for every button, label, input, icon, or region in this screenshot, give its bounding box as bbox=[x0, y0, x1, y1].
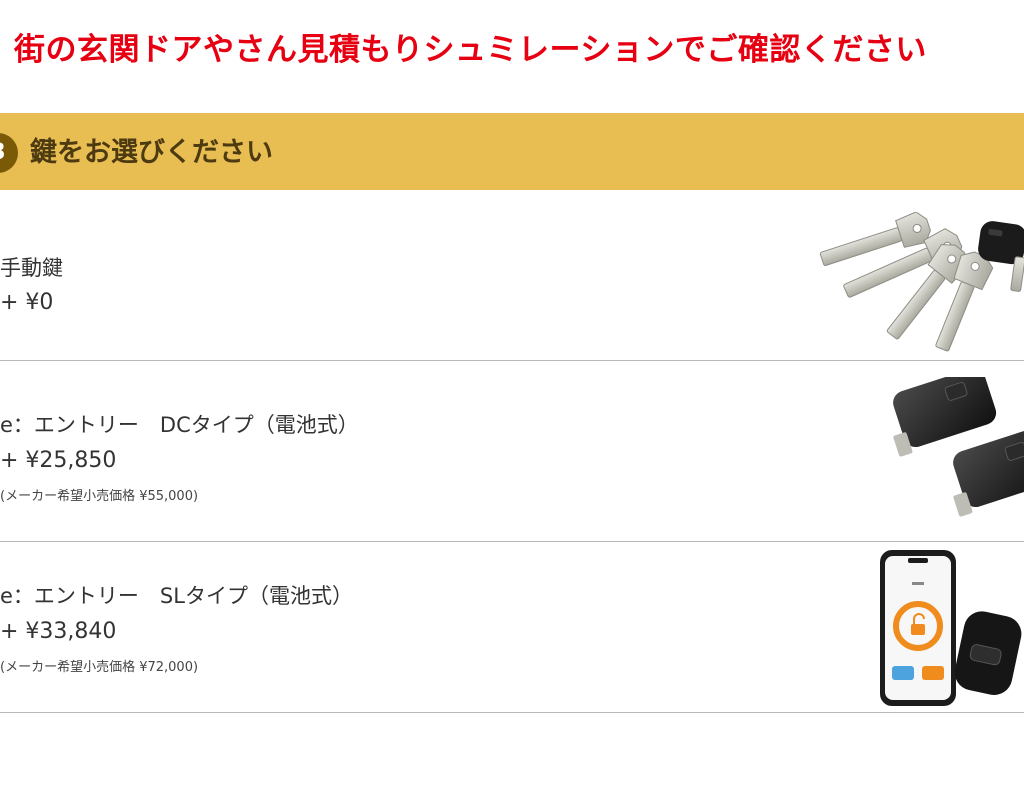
key-option-sl-type[interactable]: e：エントリー SLタイプ（電池式） + ¥33,840 (メーカー希望小売価格… bbox=[0, 542, 1024, 713]
key-option-manual[interactable]: 手動鍵 + ¥0 bbox=[0, 190, 1024, 361]
option-name: 手動鍵 bbox=[0, 256, 63, 280]
step-title: 鍵をお選びください bbox=[30, 137, 273, 168]
step-number-badge: 3 bbox=[0, 133, 18, 173]
promo-heading: 街の玄関ドアやさん見積もりシュミレーションでご確認ください bbox=[14, 32, 927, 68]
key-option-dc-type[interactable]: e：エントリー DCタイプ（電池式） + ¥25,850 (メーカー希望小売価格… bbox=[0, 368, 1024, 542]
option-msrp: (メーカー希望小売価格 ¥72,000) bbox=[0, 660, 199, 675]
remote-fob-icon bbox=[880, 368, 1024, 533]
option-price: + ¥0 bbox=[0, 290, 54, 315]
option-msrp: (メーカー希望小売価格 ¥55,000) bbox=[0, 489, 199, 504]
option-price: + ¥25,850 bbox=[0, 448, 117, 473]
manual-keys-icon bbox=[812, 211, 1024, 357]
option-price: + ¥33,840 bbox=[0, 619, 117, 644]
smartphone-app-icon bbox=[872, 548, 1024, 708]
option-name: e：エントリー DCタイプ（電池式） bbox=[0, 413, 359, 437]
step-header: 3 鍵をお選びください bbox=[0, 113, 1024, 190]
option-name: e：エントリー SLタイプ（電池式） bbox=[0, 584, 353, 608]
